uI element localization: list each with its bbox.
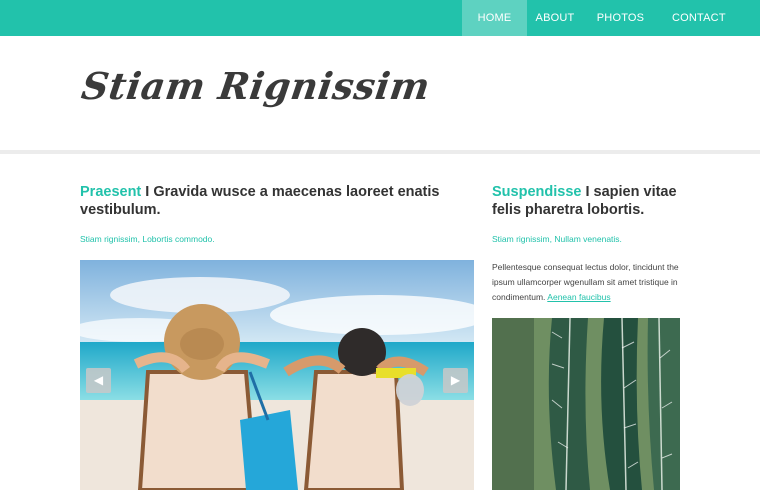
cactus-photo xyxy=(492,318,680,490)
side-article-meta: Stiam rignissim, Nullam venenatis. xyxy=(492,234,622,244)
main-article-title[interactable]: Praesent I Gravida wusce a maecenas laor… xyxy=(80,183,474,219)
image-slider[interactable] xyxy=(80,260,474,490)
slider-next-button[interactable]: ▶ xyxy=(443,368,468,393)
sidebar-column: Suspendisse I sapien vitae felis pharetr… xyxy=(492,183,680,305)
side-article-body: Pellentesque consequat lectus dolor, tin… xyxy=(492,260,680,305)
main-title-accent: Praesent xyxy=(80,184,142,200)
site-header: Stiam Rignissim xyxy=(0,36,760,152)
side-title-accent: Suspendisse xyxy=(492,184,582,200)
main-column: Praesent I Gravida wusce a maecenas laor… xyxy=(80,183,474,244)
header-divider xyxy=(0,150,760,154)
main-nav: HOME ABOUT PHOTOS CONTACT xyxy=(462,0,760,36)
main-article-meta: Stiam rignissim, Lobortis commodo. xyxy=(80,234,215,244)
arrow-left-icon: ◀ xyxy=(93,373,104,387)
side-body-link[interactable]: Aenean faucibus xyxy=(547,292,610,302)
site-logo[interactable]: Stiam Rignissim xyxy=(79,64,433,108)
arrow-right-icon: ▶ xyxy=(450,373,461,387)
nav-about[interactable]: ABOUT xyxy=(527,0,583,36)
nav-contact[interactable]: CONTACT xyxy=(658,0,750,36)
slider-prev-button[interactable]: ◀ xyxy=(86,368,111,393)
side-article-title[interactable]: Suspendisse I sapien vitae felis pharetr… xyxy=(492,183,680,219)
nav-home[interactable]: HOME xyxy=(462,0,527,36)
cactus-image xyxy=(492,318,680,490)
top-navigation-bar: HOME ABOUT PHOTOS CONTACT xyxy=(0,0,760,36)
nav-photos[interactable]: PHOTOS xyxy=(583,0,658,36)
beach-photo xyxy=(80,260,474,490)
